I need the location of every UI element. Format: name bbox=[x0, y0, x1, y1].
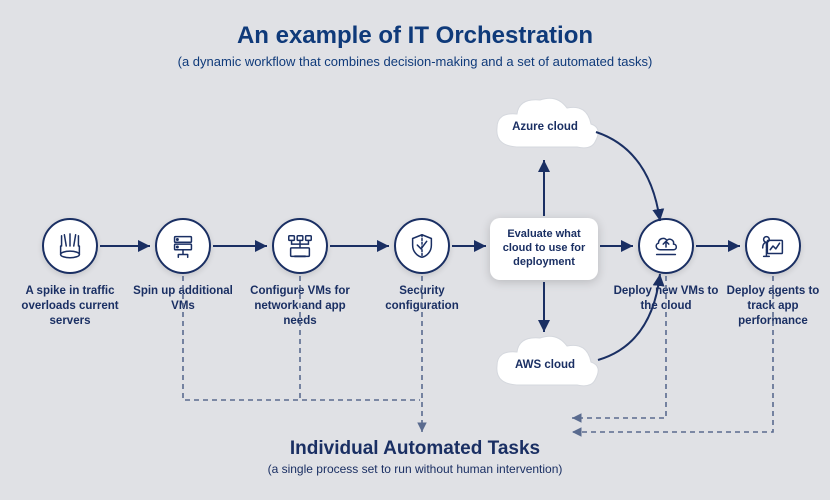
node-security-config: Security configuration bbox=[367, 218, 477, 314]
node-label: Configure VMs for network and app needs bbox=[245, 284, 355, 329]
node-deploy-vms: Deploy new VMs to the cloud bbox=[611, 218, 721, 314]
configure-vms-icon bbox=[272, 218, 328, 274]
node-spin-up-vms: Spin up additional VMs bbox=[128, 218, 238, 314]
spin-up-vms-icon bbox=[155, 218, 211, 274]
page-title: An example of IT Orchestration bbox=[0, 22, 830, 50]
node-label: Spin up additional VMs bbox=[128, 284, 238, 314]
aws-cloud-node: AWS cloud bbox=[485, 330, 605, 400]
footer-block: Individual Automated Tasks (a single pro… bbox=[0, 438, 830, 476]
node-traffic-spike: A spike in traffic overloads current ser… bbox=[15, 218, 125, 329]
azure-cloud-node: Azure cloud bbox=[485, 92, 605, 162]
node-label: Deploy agents to track app performance bbox=[718, 284, 828, 329]
deploy-vms-icon bbox=[638, 218, 694, 274]
security-config-icon bbox=[394, 218, 450, 274]
node-label: Deploy new VMs to the cloud bbox=[611, 284, 721, 314]
node-label: Security configuration bbox=[367, 284, 477, 314]
header-block: An example of IT Orchestration (a dynami… bbox=[0, 0, 830, 69]
aws-cloud-label: AWS cloud bbox=[515, 358, 575, 372]
footer-subtitle: (a single process set to run without hum… bbox=[0, 462, 830, 476]
node-deploy-agents: Deploy agents to track app performance bbox=[718, 218, 828, 329]
decision-label: Evaluate what cloud to use for deploymen… bbox=[496, 228, 592, 269]
node-configure-vms: Configure VMs for network and app needs bbox=[245, 218, 355, 329]
traffic-spike-icon bbox=[42, 218, 98, 274]
deploy-agents-icon bbox=[745, 218, 801, 274]
azure-cloud-label: Azure cloud bbox=[512, 120, 578, 134]
footer-title: Individual Automated Tasks bbox=[0, 438, 830, 460]
node-label: A spike in traffic overloads current ser… bbox=[15, 284, 125, 329]
decision-node: Evaluate what cloud to use for deploymen… bbox=[490, 218, 598, 280]
page-subtitle: (a dynamic workflow that combines decisi… bbox=[0, 54, 830, 69]
